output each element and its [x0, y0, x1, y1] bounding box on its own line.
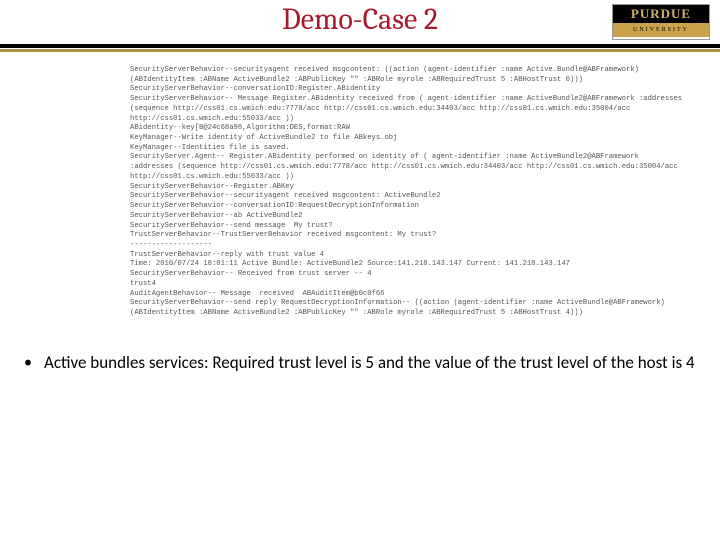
logo-top: PURDUE [613, 5, 709, 23]
logo-bottom: UNIVERSITY [613, 23, 709, 37]
bullet-list: Active bundles services: Required trust … [18, 349, 710, 378]
purdue-logo: PURDUE UNIVERSITY [612, 4, 710, 40]
bullet-item: Active bundles services: Required trust … [18, 349, 710, 378]
slide-header: Demo-Case 2 PURDUE UNIVERSITY [0, 0, 720, 48]
console-log: SecurityServerBehavior--securityagent re… [130, 66, 686, 319]
